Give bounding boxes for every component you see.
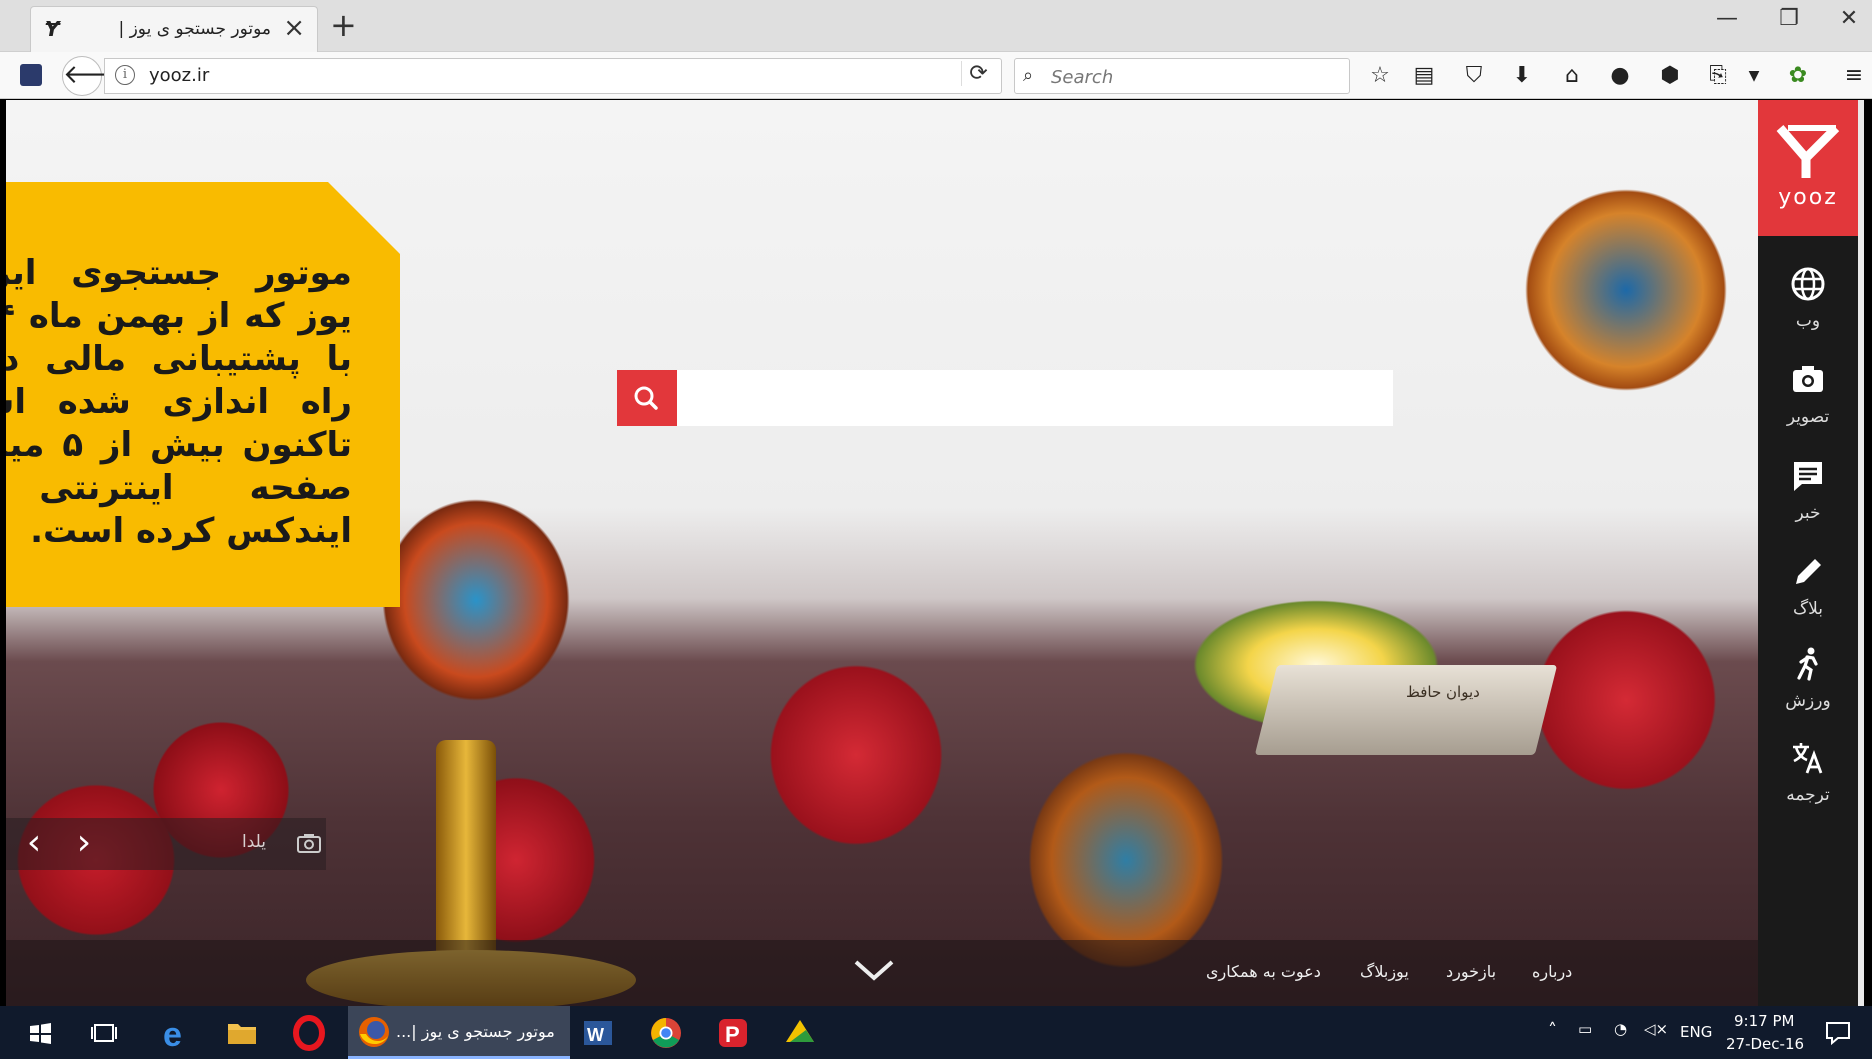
info-icon[interactable]: i	[115, 65, 135, 85]
page-scrollbar[interactable]	[1858, 100, 1864, 1006]
firefox-icon	[359, 1017, 389, 1047]
chrome-icon[interactable]	[646, 1014, 686, 1052]
windows-taskbar: e موتور جستجو ی یوز |... W P ˄ ▭ ◔ ◁× EN…	[0, 1006, 1872, 1059]
minimize-button[interactable]: —	[1704, 6, 1750, 31]
book-decoration	[1254, 665, 1558, 755]
word-icon[interactable]: W	[578, 1014, 618, 1052]
new-tab-button[interactable]: +	[330, 6, 357, 44]
pocket-icon[interactable]: ⛉	[1458, 60, 1490, 92]
opera-icon[interactable]	[289, 1014, 329, 1052]
stats-extension-icon[interactable]	[20, 64, 42, 86]
reload-button[interactable]: ⟳	[961, 61, 995, 86]
tab-bar: Ɏ موتور جستجو ی یوز | × + — ❐ ✕	[0, 0, 1872, 52]
taskbar-task-label: موتور جستجو ی یوز |...	[396, 1022, 555, 1041]
footer-link-blog[interactable]: یوزبلاگ	[1360, 962, 1409, 981]
yooz-logo-icon	[1776, 124, 1840, 178]
app-icon[interactable]	[780, 1014, 820, 1052]
svg-text:e: e	[163, 1016, 182, 1052]
footer-bar: دعوت به همکاری یوزبلاگ بازخورد درباره	[6, 940, 1758, 1006]
slide-prev-button[interactable]: ‹	[18, 824, 50, 862]
sidebar-item-label: ورزش	[1785, 691, 1831, 711]
star-icon[interactable]: ☆	[1364, 60, 1396, 92]
search-box	[617, 370, 1393, 426]
navigation-toolbar: 🡐 i yooz.ir ⟳ ⌕ Search ☆ ▤ ⛉ ⬇ ⌂ ● ⬢ ⎘ ▼…	[0, 52, 1872, 99]
wifi-icon[interactable]: ◔	[1614, 1020, 1627, 1038]
clock-date[interactable]: 27-Dec-16	[1726, 1035, 1804, 1053]
globe-icon	[1791, 267, 1825, 301]
sidebar-item-label: خبر	[1795, 503, 1821, 523]
camera-icon	[1793, 366, 1823, 392]
extension-icon[interactable]: ⬢	[1654, 60, 1686, 92]
sidebar-item-web[interactable]: وب	[1758, 266, 1858, 354]
translate-icon	[1793, 743, 1823, 774]
restore-button[interactable]: ❐	[1766, 6, 1812, 31]
yooz-homepage: دیوان حافظ موتور جستجوی ایرانی یوز که از…	[6, 100, 1864, 1006]
svg-text:W: W	[587, 1025, 604, 1045]
home-icon[interactable]: ⌂	[1556, 60, 1588, 92]
pencil-icon	[1796, 559, 1821, 584]
yooz-logo-text: yooz	[1778, 185, 1838, 210]
yooz-logo[interactable]: yooz	[1758, 100, 1858, 236]
dropdown-icon[interactable]: ▼	[1738, 60, 1770, 92]
url-text[interactable]: yooz.ir	[149, 65, 209, 86]
search-input[interactable]	[677, 370, 1393, 426]
sidebar-item-label: وب	[1795, 311, 1821, 331]
sidebar-item-label: تصویر	[1786, 407, 1830, 427]
news-icon	[1794, 462, 1822, 491]
battery-icon[interactable]: ▭	[1578, 1020, 1592, 1038]
yooz-tab-icon: Ɏ	[45, 17, 60, 41]
tab-title: موتور جستجو ی یوز |	[118, 19, 271, 39]
language-indicator[interactable]: ENG	[1680, 1023, 1712, 1041]
edge-icon[interactable]: e	[155, 1014, 195, 1052]
url-bar[interactable]: i yooz.ir ⟳	[104, 58, 1002, 94]
sidebar-item-sports[interactable]: ورزش	[1758, 646, 1858, 734]
search-icon	[634, 386, 658, 410]
search-button[interactable]	[617, 370, 677, 426]
back-button[interactable]: 🡐	[62, 56, 133, 96]
tray-overflow-icon[interactable]: ˄	[1548, 1020, 1557, 1041]
footer-link-about[interactable]: درباره	[1532, 962, 1572, 981]
browser-search-bar[interactable]: ⌕ Search	[1014, 58, 1350, 94]
psiphon-icon[interactable]: P	[713, 1014, 753, 1052]
chat-icon[interactable]: ●	[1604, 60, 1636, 92]
taskbar-firefox-task[interactable]: موتور جستجو ی یوز |...	[348, 1006, 570, 1059]
clock-time[interactable]: 9:17 PM	[1734, 1012, 1794, 1030]
runner-icon	[1797, 647, 1818, 681]
download-icon[interactable]: ⬇	[1506, 60, 1538, 92]
sidebar-item-blog[interactable]: بلاگ	[1758, 554, 1858, 642]
sidebar-item-label: ترجمه	[1786, 785, 1830, 805]
svg-text:P: P	[725, 1022, 740, 1047]
sidebar-item-label: بلاگ	[1792, 599, 1824, 619]
chevron-down-icon[interactable]	[852, 954, 896, 984]
volume-icon[interactable]: ◁×	[1644, 1020, 1668, 1038]
sidebar-item-news[interactable]: خبر	[1758, 458, 1858, 546]
sidebar-item-image[interactable]: تصویر	[1758, 362, 1858, 450]
browser-tab[interactable]: Ɏ موتور جستجو ی یوز | ×	[30, 6, 318, 52]
camera-icon[interactable]	[296, 832, 322, 854]
menu-icon[interactable]: ≡	[1838, 60, 1870, 92]
windows-start-icon[interactable]	[20, 1014, 60, 1052]
action-center-icon[interactable]	[1824, 1020, 1852, 1046]
leaf-extension-icon[interactable]: ✿	[1782, 60, 1814, 92]
info-callout-text: موتور جستجوی ایرانی یوز که از بهمن ماه ۱…	[6, 253, 353, 551]
file-explorer-icon[interactable]	[222, 1014, 262, 1052]
tab-close-icon[interactable]: ×	[283, 13, 305, 43]
close-window-button[interactable]: ✕	[1826, 6, 1872, 31]
slide-next-button[interactable]: ›	[68, 824, 100, 862]
sidebar-item-translate[interactable]: ترجمه	[1758, 740, 1858, 828]
yooz-sidebar: yooz وب تصویر خبر بلاگ ورزش ترجمه	[1758, 100, 1864, 1006]
search-engine-icon: ⌕	[1023, 65, 1034, 86]
book-title: دیوان حافظ	[1406, 683, 1480, 701]
footer-link-feedback[interactable]: بازخورد	[1446, 962, 1496, 981]
slide-caption[interactable]: یلدا	[242, 832, 266, 852]
footer-link-invite[interactable]: دعوت به همکاری	[1206, 962, 1321, 981]
reading-list-icon[interactable]: ▤	[1408, 60, 1440, 92]
task-view-icon[interactable]	[84, 1014, 124, 1052]
slideshow-controls: ‹ › یلدا	[6, 818, 326, 870]
search-placeholder[interactable]: Search	[1051, 67, 1113, 88]
info-callout: موتور جستجوی ایرانی یوز که از بهمن ماه ۱…	[6, 182, 400, 607]
translate-icon[interactable]: ⎘	[1702, 60, 1734, 92]
